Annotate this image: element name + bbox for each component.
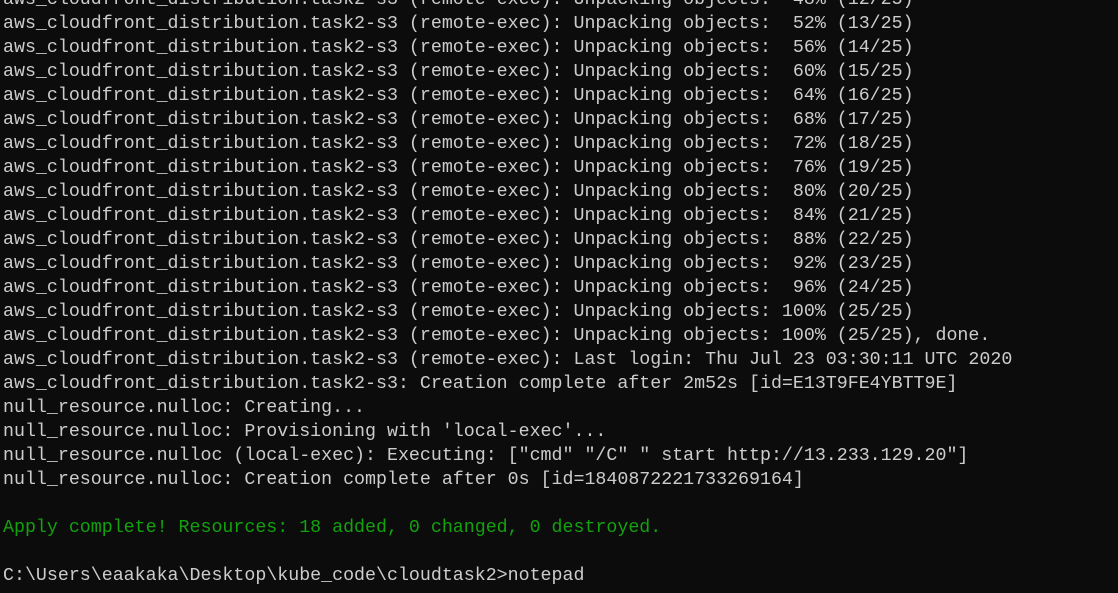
output-line: aws_cloudfront_distribution.task2-s3 (re… xyxy=(3,134,914,154)
output-line: aws_cloudfront_distribution.task2-s3 (re… xyxy=(3,350,1013,370)
command-prompt-line[interactable]: C:\Users\eaakaka\Desktop\kube_code\cloud… xyxy=(3,564,1012,588)
output-line: aws_cloudfront_distribution.task2-s3 (re… xyxy=(3,158,914,178)
output-line: aws_cloudfront_distribution.task2-s3 (re… xyxy=(3,254,914,274)
output-line: aws_cloudfront_distribution.task2-s3 (re… xyxy=(3,230,914,250)
terminal-window[interactable]: aws_cloudfront_distribution.task2-s3 (re… xyxy=(0,0,1118,593)
apply-complete-line: Apply complete! Resources: 18 added, 0 c… xyxy=(3,518,662,538)
output-line: null_resource.nulloc: Creating... xyxy=(3,398,366,418)
output-line: null_resource.nulloc: Provisioning with … xyxy=(3,422,607,442)
output-line: aws_cloudfront_distribution.task2-s3 (re… xyxy=(3,62,914,82)
output-line: null_resource.nulloc: Creation complete … xyxy=(3,470,804,490)
output-line: aws_cloudfront_distribution.task2-s3 (re… xyxy=(3,302,914,322)
output-line: aws_cloudfront_distribution.task2-s3 (re… xyxy=(3,86,914,106)
terminal-output: aws_cloudfront_distribution.task2-s3 (re… xyxy=(3,0,1012,588)
output-line: aws_cloudfront_distribution.task2-s3 (re… xyxy=(3,38,914,58)
output-line: aws_cloudfront_distribution.task2-s3 (re… xyxy=(3,110,914,130)
output-line: aws_cloudfront_distribution.task2-s3 (re… xyxy=(3,326,991,346)
output-line: aws_cloudfront_distribution.task2-s3 (re… xyxy=(3,206,914,226)
output-line: null_resource.nulloc (local-exec): Execu… xyxy=(3,446,969,466)
output-line: aws_cloudfront_distribution.task2-s3 (re… xyxy=(3,0,914,10)
output-line: aws_cloudfront_distribution.task2-s3 (re… xyxy=(3,182,914,202)
output-line: aws_cloudfront_distribution.task2-s3: Cr… xyxy=(3,374,958,394)
output-line: aws_cloudfront_distribution.task2-s3 (re… xyxy=(3,278,914,298)
output-line: aws_cloudfront_distribution.task2-s3 (re… xyxy=(3,14,914,34)
